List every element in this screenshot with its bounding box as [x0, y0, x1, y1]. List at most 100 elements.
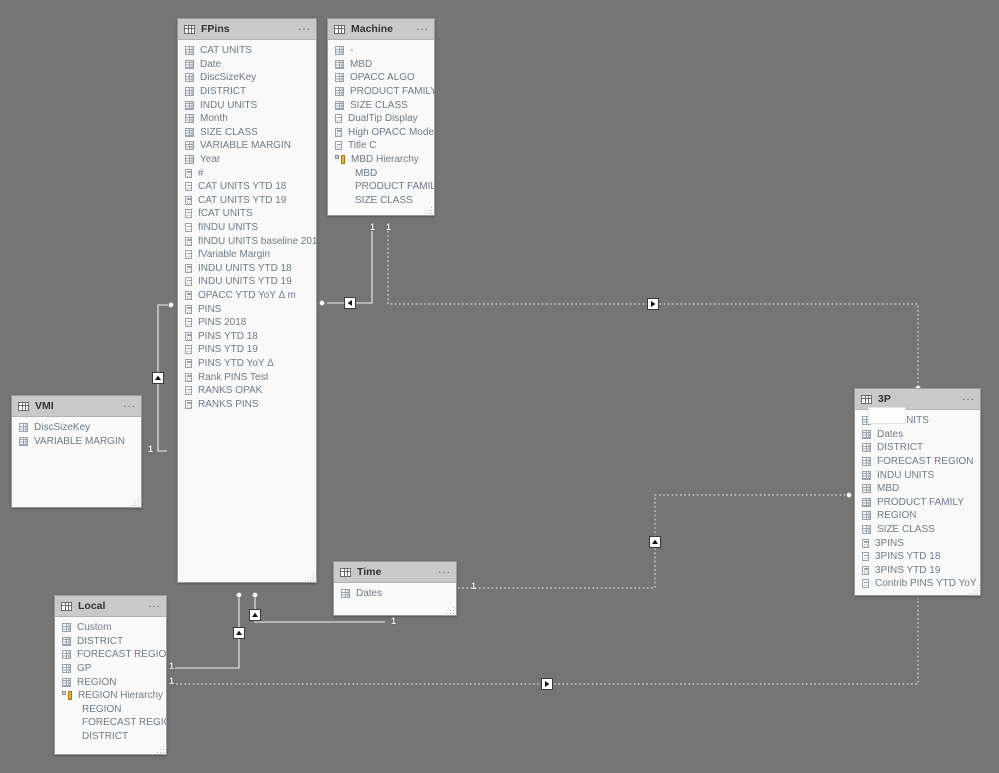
field-row[interactable]: CAT UNITS [178, 44, 316, 58]
measure-icon [185, 168, 192, 178]
field-row[interactable]: OPACC ALGO [328, 71, 434, 85]
table-card-local[interactable]: Local... Custom DISTRICT FORECAST REGION GP R… [54, 595, 167, 755]
resize-grip[interactable] [447, 607, 454, 614]
hierarchy-icon [335, 155, 345, 165]
measure-icon [185, 250, 192, 260]
field-row[interactable]: PINS YTD 18 [178, 329, 316, 343]
field-row[interactable]: PINS 2018 [178, 316, 316, 330]
field-row[interactable]: CAT UNITS YTD 18 [178, 180, 316, 194]
field-row[interactable]: Contrib PINS YTD YoY Δ [855, 577, 980, 591]
field-row[interactable]: INDU UNITS [855, 468, 980, 482]
field-row[interactable]: 3PINS YTD 18 [855, 550, 980, 564]
field-row[interactable]: PINS YTD YoY Δ [178, 357, 316, 371]
resize-grip[interactable] [971, 587, 978, 594]
field-row[interactable]: Month [178, 112, 316, 126]
table-card-machine[interactable]: Machine... - MBD OPACC ALGO PRODUCT FAMILY SI… [327, 18, 435, 216]
field-row[interactable]: GP [55, 662, 166, 676]
column-icon [19, 436, 28, 446]
field-row[interactable]: fCAT UNITS [178, 207, 316, 221]
field-row[interactable]: DiscSizeKey [178, 71, 316, 85]
field-row[interactable]: RANKS OPAK [178, 384, 316, 398]
field-row[interactable]: RANKS PINS [178, 397, 316, 411]
hierarchy-level-item[interactable]: REGION [55, 703, 166, 717]
field-row[interactable]: INDU UNITS [178, 98, 316, 112]
table-header[interactable]: FPins... [178, 19, 316, 40]
field-row[interactable]: SIZE CLASS [328, 98, 434, 112]
field-row[interactable]: SIZE CLASS [855, 523, 980, 537]
table-more-menu-icon[interactable]: ... [123, 399, 136, 411]
field-row[interactable]: PRODUCT FAMILY [328, 85, 434, 99]
field-row[interactable]: fVariable Margin [178, 248, 316, 262]
field-row[interactable]: Rank PINS Test [178, 370, 316, 384]
field-row[interactable]: # [178, 166, 316, 180]
table-more-menu-icon[interactable]: ... [438, 565, 451, 577]
resize-grip[interactable] [157, 746, 164, 753]
resize-grip[interactable] [132, 499, 139, 506]
table-header[interactable]: Machine... [328, 19, 434, 40]
resize-grip[interactable] [425, 207, 432, 214]
field-row[interactable]: DISTRICT [55, 635, 166, 649]
field-row[interactable]: MBD [328, 58, 434, 72]
field-row[interactable]: Title C [328, 139, 434, 153]
table-header[interactable]: VMI... [12, 396, 141, 417]
field-row[interactable]: 3PINS [855, 536, 980, 550]
field-row[interactable]: MBD Hierarchy [328, 153, 434, 167]
field-row[interactable]: Year [178, 153, 316, 167]
hierarchy-level-item[interactable]: FORECAST REGION [55, 716, 166, 730]
cardinality-label: 1 [386, 222, 392, 232]
field-row[interactable]: VARIABLE MARGIN [178, 139, 316, 153]
field-row[interactable]: REGION [55, 675, 166, 689]
hierarchy-level-item[interactable]: MBD [328, 166, 434, 180]
field-row[interactable]: DiscSizeKey [12, 421, 141, 435]
field-row[interactable]: fINDU UNITS baseline 2018 [178, 234, 316, 248]
table-header[interactable]: Local... [55, 596, 166, 617]
table-card-time[interactable]: Time... Dates [333, 561, 457, 616]
field-row[interactable]: DualTip Display [328, 112, 434, 126]
table-more-menu-icon[interactable]: ... [416, 22, 429, 34]
field-row[interactable]: Dates [855, 428, 980, 442]
column-icon [335, 73, 344, 83]
field-row[interactable]: MBD [855, 482, 980, 496]
field-row[interactable]: DISTRICT [855, 441, 980, 455]
table-more-menu-icon[interactable]: ... [298, 22, 311, 34]
field-row[interactable]: CAT UNITS YTD 19 [178, 194, 316, 208]
field-label: REGION [82, 703, 122, 715]
field-row[interactable]: PINS [178, 302, 316, 316]
table-header[interactable]: Time... [334, 562, 456, 583]
field-row[interactable]: Date [178, 58, 316, 72]
field-label: PINS [198, 303, 222, 315]
field-row[interactable]: DISTRICT [178, 85, 316, 99]
field-label: Rank PINS Test [198, 371, 269, 383]
field-row[interactable]: Custom [55, 621, 166, 635]
field-row[interactable]: fINDU UNITS [178, 221, 316, 235]
measure-icon [335, 127, 342, 137]
field-row[interactable]: PINS YTD 19 [178, 343, 316, 357]
field-row[interactable]: REGION Hierarchy [55, 689, 166, 703]
field-row[interactable]: Dates [334, 587, 456, 601]
field-label: FORECAST REGION [877, 456, 974, 468]
field-row[interactable]: SIZE CLASS [178, 126, 316, 140]
field-row[interactable]: PRODUCT FAMILY [855, 496, 980, 510]
field-row[interactable]: OPACC YTD YoY Δ m [178, 289, 316, 303]
measure-icon [335, 141, 342, 151]
field-row[interactable]: 3PINS YTD 19 [855, 564, 980, 578]
field-row[interactable]: High OPACC Mode [328, 126, 434, 140]
field-row[interactable]: INDU UNITS YTD 18 [178, 262, 316, 276]
table-card-fpins[interactable]: FPins... CAT UNITS Date DiscSizeKey DISTRICT… [177, 18, 317, 583]
hierarchy-level-item[interactable]: SIZE CLASS [328, 194, 434, 208]
field-row[interactable]: VARIABLE MARGIN [12, 435, 141, 449]
hierarchy-level-item[interactable]: PRODUCT FAMILY [328, 180, 434, 194]
field-row[interactable]: FORECAST REGION [55, 648, 166, 662]
measure-icon [185, 318, 192, 328]
model-canvas[interactable]: 1111111 FPins... CAT UNITS Date DiscSizeKey… [0, 0, 999, 773]
field-row[interactable]: INDU UNITS YTD 19 [178, 275, 316, 289]
field-row[interactable]: REGION [855, 509, 980, 523]
table-more-menu-icon[interactable]: ... [962, 392, 975, 404]
table-more-menu-icon[interactable]: ... [148, 599, 161, 611]
table-card-vmi[interactable]: VMI... DiscSizeKey VARIABLE MARGIN [11, 395, 142, 508]
hierarchy-level-item[interactable]: DISTRICT [55, 730, 166, 744]
table-field-list: DiscSizeKey VARIABLE MARGIN [12, 417, 141, 507]
resize-grip[interactable] [307, 574, 314, 581]
field-row[interactable]: FORECAST REGION [855, 455, 980, 469]
field-row[interactable]: - [328, 44, 434, 58]
